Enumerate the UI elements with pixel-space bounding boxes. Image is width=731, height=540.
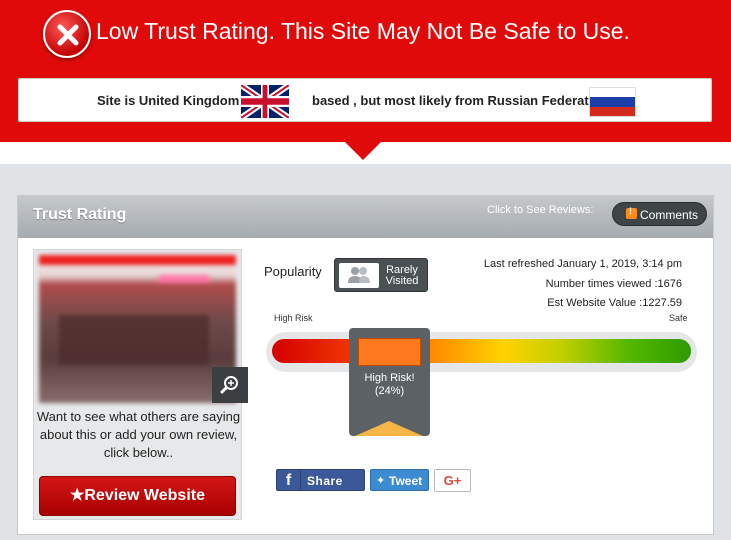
comments-button[interactable]: ! Comments bbox=[612, 202, 707, 226]
banner-pointer bbox=[345, 142, 381, 160]
popularity-label: Popularity bbox=[264, 264, 322, 279]
panel-title: Trust Rating bbox=[33, 206, 127, 223]
trust-status-label: High Risk! bbox=[364, 372, 415, 384]
warning-banner: Low Trust Rating. This Site May Not Be S… bbox=[0, 0, 731, 142]
high-risk-label: High Risk bbox=[274, 313, 313, 323]
review-website-button[interactable]: ★Review Website bbox=[39, 476, 236, 516]
warning-title: Low Trust Rating. This Site May Not Be S… bbox=[96, 18, 630, 44]
location-box: Site is United Kingdom based , but most … bbox=[18, 78, 712, 122]
close-icon[interactable] bbox=[43, 10, 91, 58]
russia-flag-icon bbox=[589, 87, 636, 117]
twitter-bird-icon: ✦ bbox=[376, 475, 386, 487]
panel-header: Trust Rating Click to See Reviews: ! Com… bbox=[18, 196, 713, 238]
facebook-share-button[interactable]: f Share bbox=[276, 469, 365, 491]
trust-gauge-marker: High Risk! (24%) bbox=[349, 328, 430, 436]
users-icon bbox=[339, 263, 379, 288]
uk-flag-icon bbox=[241, 85, 289, 118]
review-button-label: Review Website bbox=[84, 487, 205, 504]
trust-percent: (24%) bbox=[374, 385, 405, 397]
location-prefix: Site is United Kingdom bbox=[97, 93, 240, 108]
marker-notch bbox=[355, 421, 423, 436]
comment-badge: ! bbox=[629, 206, 632, 216]
popularity-badge: Rarely Visited bbox=[334, 258, 428, 292]
twitter-tweet-button[interactable]: ✦ Tweet bbox=[370, 469, 429, 491]
google-plus-button[interactable]: G+ bbox=[434, 469, 471, 492]
tweet-label: Tweet bbox=[389, 474, 423, 488]
popularity-value: Rarely Visited bbox=[385, 264, 419, 287]
est-website-value: Est Website Value :1227.59 bbox=[547, 297, 682, 309]
site-thumbnail[interactable] bbox=[39, 255, 236, 403]
location-suffix: based , but most likely from Russian Fed… bbox=[312, 93, 609, 108]
zoom-icon[interactable] bbox=[212, 367, 248, 403]
safe-label: Safe bbox=[669, 313, 688, 323]
trust-rating-panel: Trust Rating Click to See Reviews: ! Com… bbox=[17, 195, 714, 535]
comments-label: Comments bbox=[640, 208, 699, 222]
click-to-see-label: Click to See Reviews: bbox=[487, 204, 594, 216]
review-prompt: Want to see what others are saying about… bbox=[36, 409, 241, 460]
gauge-window bbox=[358, 338, 421, 366]
star-icon: ★ bbox=[70, 487, 85, 504]
times-viewed: Number times viewed :1676 bbox=[545, 278, 682, 290]
trust-status: High Risk! (24%) bbox=[349, 372, 430, 398]
facebook-share-label: Share bbox=[307, 474, 343, 488]
facebook-icon: f bbox=[277, 470, 301, 490]
site-card: Want to see what others are saying about… bbox=[33, 249, 248, 520]
trust-gauge-bar bbox=[272, 339, 691, 363]
last-refreshed: Last refreshed January 1, 2019, 3:14 pm bbox=[483, 258, 682, 270]
